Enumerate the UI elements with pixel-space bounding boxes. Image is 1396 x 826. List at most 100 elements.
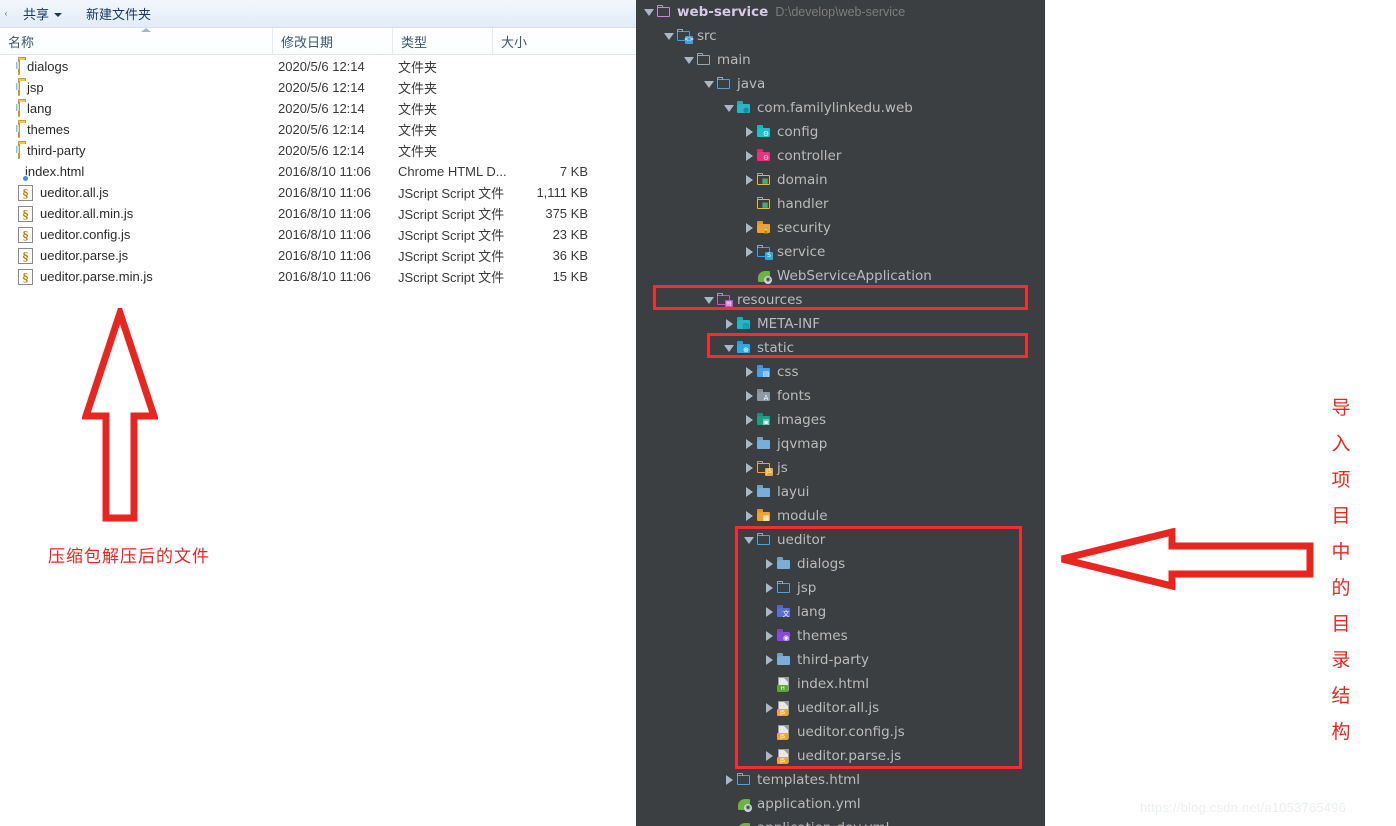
chevron-right-icon[interactable]	[762, 696, 776, 720]
chevron-right-icon[interactable]	[742, 384, 756, 408]
chevron-right-icon[interactable]	[742, 120, 756, 144]
folder-css-icon: ▤	[756, 364, 772, 380]
tree-node-label: ueditor.config.js	[797, 724, 905, 740]
tree-node-ueditor[interactable]: ueditor	[636, 528, 1045, 552]
no-toggle[interactable]	[722, 792, 736, 816]
chevron-right-icon[interactable]	[742, 240, 756, 264]
file-row[interactable]: ueditor.config.js 2016/8/10 11:06 JScript …	[0, 224, 636, 245]
chevron-down-icon[interactable]	[642, 0, 656, 24]
tree-node-meta-inf[interactable]: ▤ META-INF	[636, 312, 1045, 336]
chevron-right-icon[interactable]	[762, 576, 776, 600]
tree-node-label: module	[777, 508, 828, 524]
no-toggle[interactable]	[742, 192, 756, 216]
tree-node-jqvmap[interactable]: jqvmap	[636, 432, 1045, 456]
tree-node-css[interactable]: ▤ css	[636, 360, 1045, 384]
tree-node-application-yml[interactable]: ◉ application.yml	[636, 792, 1045, 816]
file-row[interactable]: lang 2020/5/6 12:14 文件夹	[0, 98, 636, 119]
tree-node-resources[interactable]: ▤ resources	[636, 288, 1045, 312]
tree-node-ueditor-all-js[interactable]: JS ueditor.all.js	[636, 696, 1045, 720]
file-row[interactable]: ueditor.parse.min.js 2016/8/10 11:06 JScri…	[0, 266, 636, 287]
no-toggle[interactable]	[722, 816, 736, 826]
toolbar-new-folder-button[interactable]: 新建文件夹	[74, 0, 163, 27]
ide-project-tree-pane[interactable]: web-service D:\develop\web-service <> src ma…	[636, 0, 1045, 826]
chevron-right-icon[interactable]	[742, 480, 756, 504]
tree-node-themes[interactable]: ◉ themes	[636, 624, 1045, 648]
tree-node-main[interactable]: main	[636, 48, 1045, 72]
chevron-down-icon[interactable]	[702, 72, 716, 96]
chevron-down-icon[interactable]	[742, 528, 756, 552]
tree-node-controller[interactable]: ⚙ controller	[636, 144, 1045, 168]
file-row[interactable]: ueditor.all.min.js 2016/8/10 11:06 JScript…	[0, 203, 636, 224]
column-header-size[interactable]: 大小	[492, 28, 594, 54]
tree-node-web-service[interactable]: web-service D:\develop\web-service	[636, 0, 1045, 24]
chevron-down-icon[interactable]	[722, 96, 736, 120]
js-file-icon: JS	[776, 724, 792, 740]
tree-node-index-html[interactable]: Hindex.html	[636, 672, 1045, 696]
chevron-down-icon[interactable]	[702, 288, 716, 312]
folder-domain-icon: ■	[756, 172, 772, 188]
file-row[interactable]: index.html 2016/8/10 11:06 Chrome HTML D..…	[0, 161, 636, 182]
chevron-right-icon[interactable]	[742, 432, 756, 456]
tree-node-label: ueditor.parse.js	[797, 748, 902, 764]
folder-icon	[776, 580, 792, 596]
file-row[interactable]: jsp 2020/5/6 12:14 文件夹	[0, 77, 636, 98]
tree-node-dialogs[interactable]: dialogs	[636, 552, 1045, 576]
chevron-right-icon[interactable]	[742, 144, 756, 168]
chevron-right-icon[interactable]	[762, 552, 776, 576]
chevron-right-icon[interactable]	[742, 456, 756, 480]
column-header-name[interactable]: 名称	[0, 28, 272, 54]
tree-node-module[interactable]: ▦ module	[636, 504, 1045, 528]
file-list[interactable]: dialogs 2020/5/6 12:14 文件夹 jsp 2020/5/6 12:1…	[0, 56, 636, 287]
tree-node-third-party[interactable]: third-party	[636, 648, 1045, 672]
tree-node-path: D:\develop\web-service	[775, 5, 906, 19]
tree-node-images[interactable]: ▣ images	[636, 408, 1045, 432]
tree-node-security[interactable]: 🔒 security	[636, 216, 1045, 240]
chevron-right-icon[interactable]	[742, 360, 756, 384]
chevron-down-icon[interactable]	[682, 48, 696, 72]
chevron-right-icon[interactable]	[742, 504, 756, 528]
tree-node-layui[interactable]: layui	[636, 480, 1045, 504]
file-row[interactable]: third-party 2020/5/6 12:14 文件夹	[0, 140, 636, 161]
tree-node-ueditor-config-js[interactable]: JS ueditor.config.js	[636, 720, 1045, 744]
chevron-right-icon[interactable]	[722, 312, 736, 336]
chevron-right-icon[interactable]	[762, 744, 776, 768]
tree-node-application-dev-yml[interactable]: ◉ application-dev.yml	[636, 816, 1045, 826]
no-toggle[interactable]	[762, 672, 776, 696]
tree-node-jsp[interactable]: jsp	[636, 576, 1045, 600]
tree-node-handler[interactable]: ■ handler	[636, 192, 1045, 216]
tree-node-templates-html[interactable]: templates.html	[636, 768, 1045, 792]
no-toggle[interactable]	[742, 264, 756, 288]
tree-node-webserviceapplication[interactable]: ◉ WebServiceApplication	[636, 264, 1045, 288]
column-header-type[interactable]: 类型	[392, 28, 492, 54]
tree-node-domain[interactable]: ■ domain	[636, 168, 1045, 192]
file-row[interactable]: ueditor.all.js 2016/8/10 11:06 JScript Scr…	[0, 182, 636, 203]
tree-node-src[interactable]: <> src	[636, 24, 1045, 48]
file-row[interactable]: ueditor.parse.js 2016/8/10 11:06 JScript S…	[0, 245, 636, 266]
chevron-down-icon[interactable]	[722, 336, 736, 360]
tree-node-service[interactable]: Sservice	[636, 240, 1045, 264]
tree-node-static[interactable]: ⊕ static	[636, 336, 1045, 360]
tree-node-ueditor-parse-js[interactable]: JS ueditor.parse.js	[636, 744, 1045, 768]
chevron-right-icon[interactable]	[762, 600, 776, 624]
no-toggle[interactable]	[762, 720, 776, 744]
tree-node-java[interactable]: java	[636, 72, 1045, 96]
toolbar-share-button[interactable]: 共享	[11, 0, 74, 27]
tree-node-fonts[interactable]: Afonts	[636, 384, 1045, 408]
chevron-down-icon[interactable]	[662, 24, 676, 48]
tree-node-label: themes	[797, 628, 848, 644]
chevron-right-icon[interactable]	[762, 648, 776, 672]
chevron-right-icon[interactable]	[742, 216, 756, 240]
project-tree[interactable]: web-service D:\develop\web-service <> src ma…	[636, 0, 1045, 826]
tree-node-com-familylinkedu-web[interactable]: ● com.familylinkedu.web	[636, 96, 1045, 120]
tree-node-js[interactable]: JS js	[636, 456, 1045, 480]
chevron-right-icon[interactable]	[722, 768, 736, 792]
chevron-right-icon[interactable]	[742, 168, 756, 192]
tree-node-lang[interactable]: 文 lang	[636, 600, 1045, 624]
file-row[interactable]: dialogs 2020/5/6 12:14 文件夹	[0, 56, 636, 77]
toolbar-overflow-icon[interactable]: ‹	[0, 0, 11, 27]
chevron-right-icon[interactable]	[742, 408, 756, 432]
tree-node-config[interactable]: ⚙ config	[636, 120, 1045, 144]
column-header-date[interactable]: 修改日期	[272, 28, 392, 54]
chevron-right-icon[interactable]	[762, 624, 776, 648]
file-row[interactable]: themes 2020/5/6 12:14 文件夹	[0, 119, 636, 140]
